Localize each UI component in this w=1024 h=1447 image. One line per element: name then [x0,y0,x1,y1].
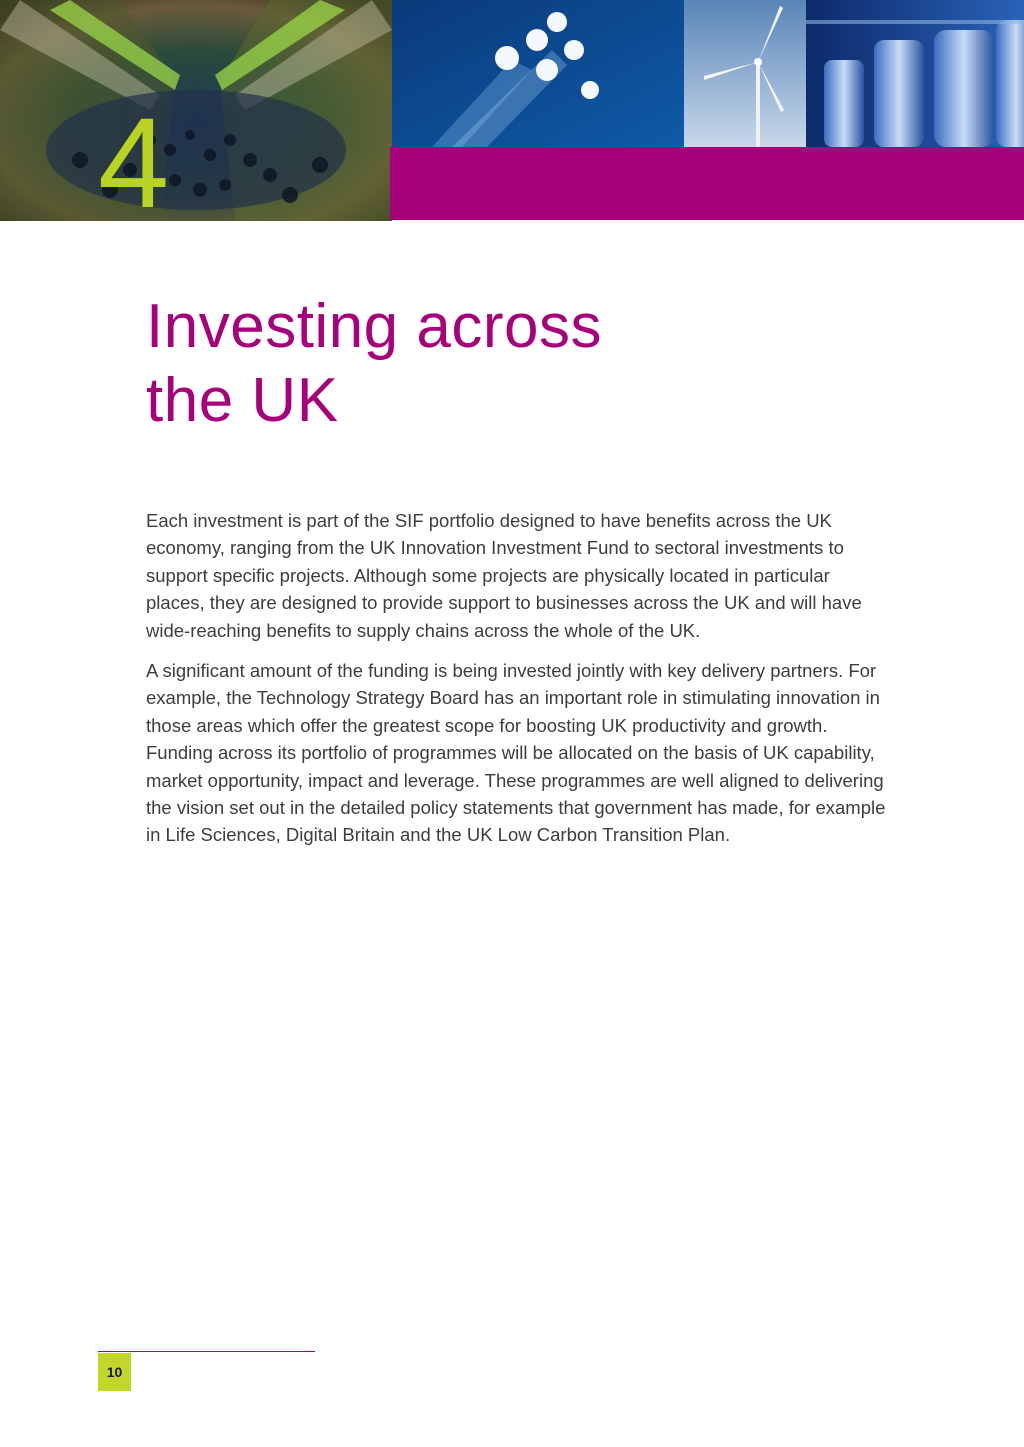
page-number: 10 [98,1353,131,1391]
page-title: Investing across the UK [146,290,946,438]
page-title-line-2: the UK [146,366,339,435]
header-banner: 4 [0,0,1024,228]
paragraph-1: Each investment is part of the SIF portf… [146,510,862,641]
wind-turbine-photo [684,0,806,147]
footer-rule [98,1351,315,1352]
body-text: Each investment is part of the SIF portf… [146,507,886,862]
crowd-in-tunnel-photo [0,0,392,221]
magenta-header-band [390,147,1024,220]
industrial-tanks-photo [806,0,1024,147]
paragraph-2: A significant amount of the funding is b… [146,660,886,846]
chapter-number: 4 [98,92,170,235]
light-beams-photo [392,0,684,147]
page-title-line-1: Investing across [146,292,602,361]
